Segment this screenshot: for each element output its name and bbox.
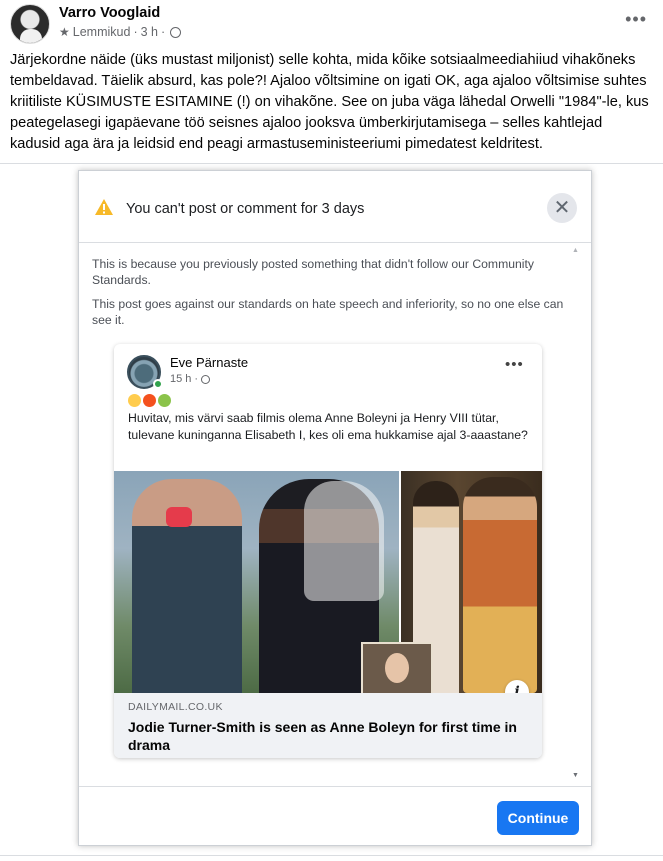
divider: [0, 163, 663, 164]
link-preview-image[interactable]: i: [114, 471, 542, 693]
post-header: Varro Vooglaid ★ Lemmikud · 3 h · •••: [10, 4, 655, 44]
meta-separator: ·: [194, 373, 199, 385]
painted-king-figure: [463, 477, 537, 693]
standards-explanation: This post goes against our standards on …: [92, 297, 564, 327]
embedded-post-meta: 15 h ·: [170, 373, 211, 385]
post-time[interactable]: 3 h: [141, 25, 158, 39]
dialog-header: You can't post or comment for 3 days ✕: [79, 171, 591, 243]
post-meta: ★ Lemmikud · 3 h ·: [59, 25, 182, 39]
angry-face-emoji: [143, 394, 156, 407]
restriction-reason: This is because you previously posted so…: [92, 257, 534, 287]
more-options-icon[interactable]: •••: [625, 10, 647, 28]
embedded-more-options-icon[interactable]: •••: [505, 357, 524, 372]
online-status-dot: [153, 379, 163, 389]
author-avatar[interactable]: [10, 4, 50, 44]
divider: [0, 855, 663, 856]
red-face-mask: [166, 507, 192, 527]
face-screaming-emoji: [128, 394, 141, 407]
nauseated-face-emoji: [158, 394, 171, 407]
dialog-footer: Continue: [79, 786, 591, 846]
street-photo: [114, 471, 399, 693]
veil: [304, 481, 384, 601]
link-preview[interactable]: DAILYMAIL.CO.UK Jodie Turner-Smith is se…: [114, 693, 542, 758]
link-title[interactable]: Jodie Turner-Smith is seen as Anne Boley…: [128, 718, 528, 754]
meta-separator: ·: [133, 25, 138, 39]
embedded-post: Eve Pärnaste 15 h · ••• Huvitav, mis vär…: [114, 344, 542, 758]
continue-button[interactable]: Continue: [497, 801, 579, 835]
meta-separator: ·: [161, 25, 166, 39]
warning-icon: [95, 199, 113, 215]
scroll-up-arrow-icon[interactable]: ▲: [572, 247, 579, 254]
close-icon: ✕: [553, 197, 571, 219]
portrait-face: [385, 653, 409, 683]
globe-icon: [170, 26, 182, 38]
portrait-inset: [361, 642, 433, 693]
globe-icon: [201, 374, 211, 384]
post-author-name[interactable]: Varro Vooglaid: [59, 5, 160, 21]
dialog-body: This is because you previously posted so…: [79, 244, 591, 786]
dialog-scrollbar[interactable]: ▲ ▼: [571, 244, 581, 786]
link-domain: DAILYMAIL.CO.UK: [128, 701, 223, 713]
embedded-post-text: Huvitav, mis värvi saab filmis olema Ann…: [128, 411, 528, 442]
dialog-title: You can't post or comment for 3 days: [126, 201, 365, 217]
restriction-dialog: You can't post or comment for 3 days ✕ T…: [78, 170, 592, 846]
scroll-down-arrow-icon[interactable]: ▼: [572, 772, 579, 779]
embedded-post-time[interactable]: 15 h: [170, 373, 191, 385]
post-text: Järjekordne näide (üks mustast miljonist…: [10, 52, 649, 152]
star-icon: ★: [59, 25, 70, 39]
embedded-author-name[interactable]: Eve Pärnaste: [170, 355, 248, 370]
close-button[interactable]: ✕: [547, 193, 577, 223]
post-audience: Lemmikud: [72, 25, 131, 39]
emoji-row: [128, 394, 171, 407]
